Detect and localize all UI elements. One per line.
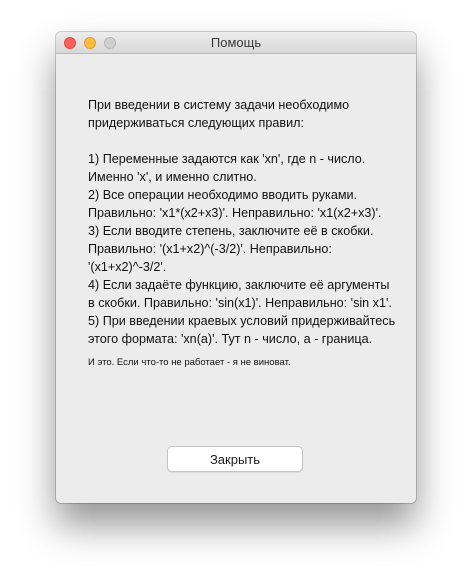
help-rules-text: При введении в систему задачи необходимо… <box>88 98 396 346</box>
title-bar[interactable]: Помощь <box>56 32 416 54</box>
help-note-text: И это. Если что-то не работает - я не ви… <box>88 357 291 368</box>
window-title: Помощь <box>210 35 262 50</box>
help-content: При введении в систему задачи необходимо… <box>88 96 396 369</box>
close-button[interactable]: Закрыть <box>167 446 303 472</box>
help-dialog-window: Помощь При введении в систему задачи нео… <box>56 32 416 503</box>
